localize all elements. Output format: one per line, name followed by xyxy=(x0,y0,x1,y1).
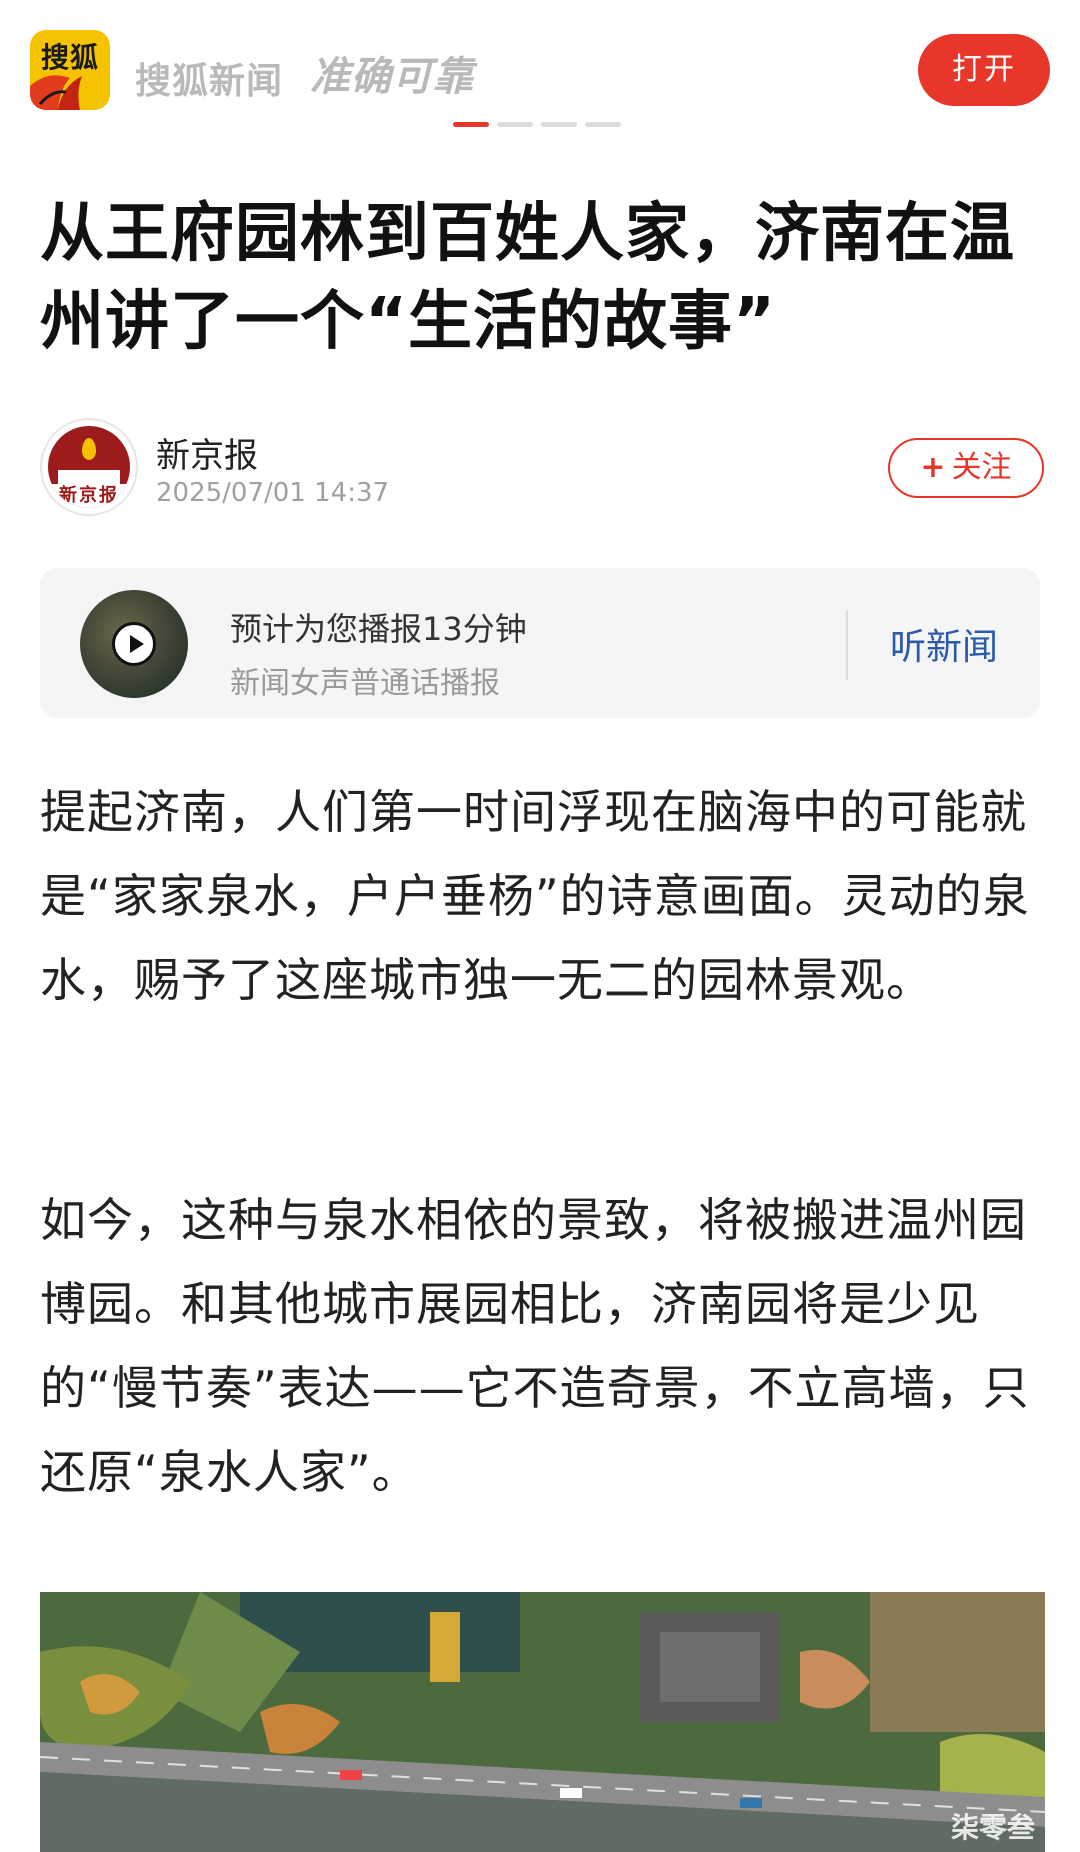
avatar-emblem: 新京报 xyxy=(48,426,130,508)
brand-name: 搜狐新闻 xyxy=(135,61,284,102)
plus-icon: + xyxy=(920,450,946,485)
follow-button[interactable]: + 关注 xyxy=(888,438,1044,498)
audio-voice-text: 新闻女声普通话播报 xyxy=(230,666,500,701)
divider xyxy=(846,610,848,680)
audio-thumbnail[interactable] xyxy=(80,590,188,698)
listen-news-button[interactable]: 听新闻 xyxy=(890,618,998,670)
article-title: 从王府园林到百姓人家，济南在温州讲了一个“生活的故事” xyxy=(40,197,1015,359)
carousel-dot-2[interactable] xyxy=(497,122,533,127)
publish-time: 2025/07/01 14:37 xyxy=(156,478,390,508)
app-header: 搜狐 搜狐新闻 准确可靠 打开 xyxy=(0,0,1080,140)
watermark: 柒零叁 xyxy=(950,1811,1035,1844)
audio-player-card[interactable]: 预计为您播报13分钟 新闻女声普通话播报 听新闻 xyxy=(40,568,1040,718)
fox-icon xyxy=(30,75,82,110)
audio-duration-text: 预计为您播报13分钟 xyxy=(230,610,527,648)
flame-icon xyxy=(82,438,96,460)
open-app-button[interactable]: 打开 xyxy=(918,34,1050,106)
sohu-logo[interactable]: 搜狐 xyxy=(30,30,110,110)
brand-slogan: 准确可靠 xyxy=(310,54,474,100)
article-image[interactable]: 柒零叁 xyxy=(40,1592,1045,1852)
article-paragraph: 提起济南，人们第一时间浮现在脑海中的可能就是“家家泉水，户户垂杨”的诗意画面。灵… xyxy=(40,785,1030,1007)
author-avatar[interactable]: 新京报 xyxy=(40,418,138,516)
follow-label: 关注 xyxy=(951,450,1012,485)
article-paragraph: 如今，这种与泉水相依的景致，将被搬进温州园博园。和其他城市展园相比，济南园将是少… xyxy=(40,1193,1030,1499)
article-page: 搜狐 搜狐新闻 准确可靠 打开 从王府园林到百姓人家，济南在温州讲了一个“生活的… xyxy=(0,0,1080,1852)
carousel-dot-1[interactable] xyxy=(453,122,489,127)
carousel-dot-4[interactable] xyxy=(585,122,621,127)
author-name[interactable]: 新京报 xyxy=(156,428,258,477)
carousel-dot-3[interactable] xyxy=(541,122,577,127)
avatar-label: 新京报 xyxy=(48,484,130,508)
play-icon[interactable] xyxy=(112,622,156,666)
aerial-photo xyxy=(40,1592,1045,1852)
